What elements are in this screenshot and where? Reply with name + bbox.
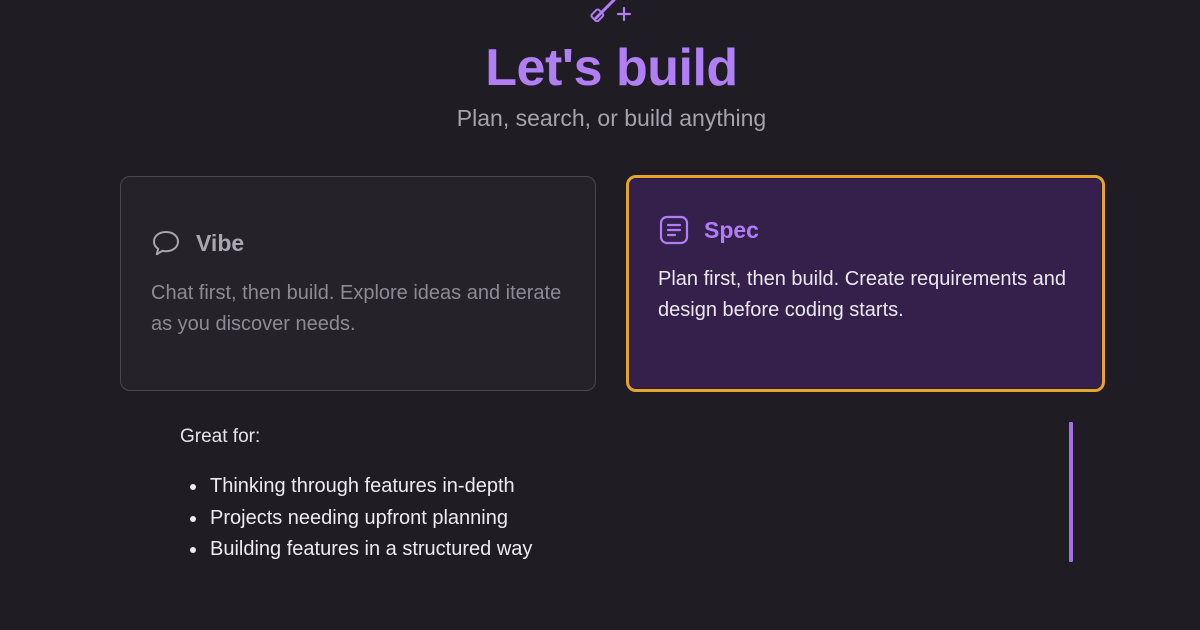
details-list: Thinking through features in-depth Proje…	[189, 471, 532, 566]
mode-card-description: Plan first, then build. Create requireme…	[658, 268, 1066, 321]
page-subtitle: Plan, search, or build anything	[456, 105, 767, 131]
mode-card-title: Vibe	[196, 229, 245, 256]
chat-bubble-icon	[151, 229, 182, 257]
details-label: Great for:	[180, 426, 261, 447]
list-item: Projects needing upfront planning	[189, 503, 532, 535]
mode-card-spec[interactable]: Spec Plan first, then build. Create requ…	[626, 175, 1105, 392]
list-item: Thinking through features in-depth	[189, 471, 532, 503]
mode-card-title: Spec	[704, 216, 759, 243]
list-item: Building features in a structured way	[189, 534, 532, 566]
page: Let's build Plan, search, or build anyth…	[0, 0, 1200, 630]
mode-card-header: Spec	[658, 214, 759, 246]
magic-wand-icon	[588, 0, 634, 22]
scroll-indicator	[1069, 422, 1073, 562]
mode-card-header: Vibe	[151, 229, 244, 257]
mode-card-vibe[interactable]: Vibe Chat first, then build. Explore ide…	[120, 176, 596, 391]
page-title: Let's build	[485, 39, 738, 97]
document-list-icon	[658, 214, 690, 246]
mode-card-description: Chat first, then build. Explore ideas an…	[151, 282, 562, 335]
